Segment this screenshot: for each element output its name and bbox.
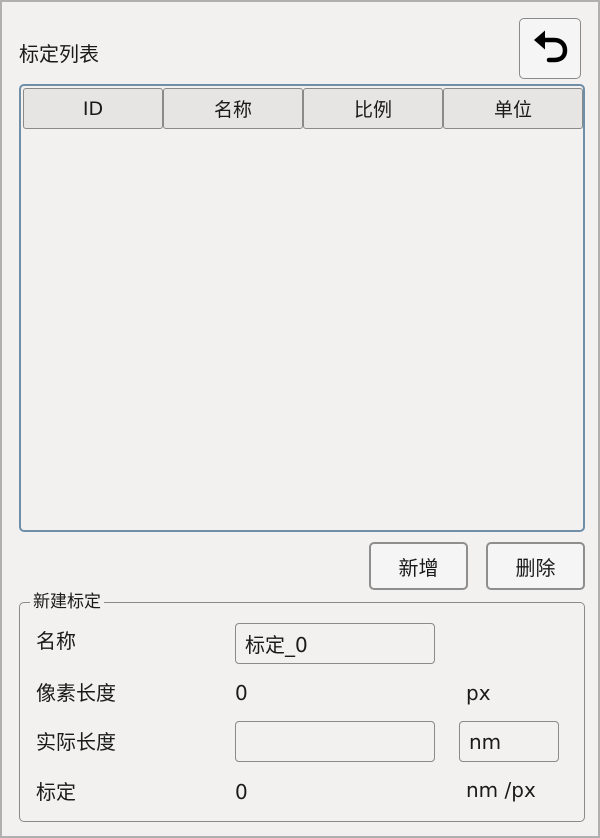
actual-length-label: 实际长度 — [36, 730, 116, 754]
page-title: 标定列表 — [19, 42, 99, 66]
pixel-length-label: 像素长度 — [36, 681, 116, 705]
table-header: ID 名称 比例 单位 — [23, 88, 583, 129]
group-title: 新建标定 — [30, 591, 104, 613]
calibration-value: 0 — [235, 780, 248, 804]
calibration-label: 标定 — [36, 780, 76, 804]
column-header-ratio[interactable]: 比例 — [303, 88, 443, 129]
back-button[interactable] — [519, 18, 581, 79]
column-header-name[interactable]: 名称 — [163, 88, 303, 129]
pixel-unit-label: px — [466, 681, 491, 705]
new-calibration-group: 新建标定 名称 像素长度 0 px 实际长度 标定 0 nm /px — [19, 591, 585, 822]
column-header-unit[interactable]: 单位 — [443, 88, 583, 129]
actual-unit-input[interactable] — [459, 721, 559, 762]
calibration-unit-label: nm /px — [466, 778, 536, 802]
undo-arrow-icon — [530, 29, 570, 69]
calibration-window: 标定列表 ID 名称 比例 单位 新增 删除 新建标定 名称 像素长度 0 px… — [0, 0, 600, 838]
name-label: 名称 — [36, 629, 76, 653]
calibration-table: ID 名称 比例 单位 — [19, 84, 585, 532]
add-button[interactable]: 新增 — [369, 542, 468, 590]
delete-button[interactable]: 删除 — [486, 542, 585, 590]
pixel-length-value: 0 — [235, 681, 248, 705]
name-input[interactable] — [235, 623, 435, 664]
column-header-id[interactable]: ID — [23, 88, 163, 129]
actual-length-input[interactable] — [235, 721, 435, 762]
